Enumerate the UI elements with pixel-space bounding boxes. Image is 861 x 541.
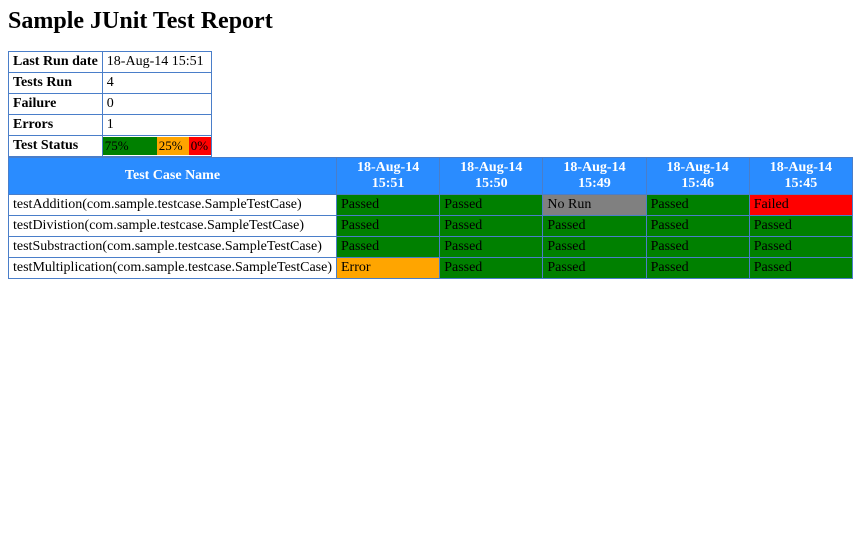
result-cell: Passed bbox=[749, 216, 852, 237]
result-cell: Passed bbox=[337, 195, 440, 216]
summary-label: Errors bbox=[9, 115, 103, 136]
table-row: testSubstraction(com.sample.testcase.Sam… bbox=[9, 237, 853, 258]
result-cell: Failed bbox=[749, 195, 852, 216]
result-cell: Passed bbox=[543, 237, 646, 258]
results-header-col: 18-Aug-14 15:50 bbox=[440, 158, 543, 195]
table-row: testAddition(com.sample.testcase.SampleT… bbox=[9, 195, 853, 216]
result-cell: Passed bbox=[749, 258, 852, 279]
testcase-name: testSubstraction(com.sample.testcase.Sam… bbox=[9, 237, 337, 258]
summary-value: 4 bbox=[102, 73, 211, 94]
summary-label: Tests Run bbox=[9, 73, 103, 94]
result-cell: Passed bbox=[646, 237, 749, 258]
testcase-name: testDivistion(com.sample.testcase.Sample… bbox=[9, 216, 337, 237]
result-cell: Passed bbox=[646, 258, 749, 279]
result-cell: Passed bbox=[337, 237, 440, 258]
result-cell: No Run bbox=[543, 195, 646, 216]
summary-value: 1 bbox=[102, 115, 211, 136]
results-header-name: Test Case Name bbox=[9, 158, 337, 195]
result-cell: Passed bbox=[543, 258, 646, 279]
summary-label: Last Run date bbox=[9, 52, 103, 73]
testcase-name: testMultiplication(com.sample.testcase.S… bbox=[9, 258, 337, 279]
status-segment: 0% bbox=[189, 137, 211, 155]
summary-value: 0 bbox=[102, 94, 211, 115]
results-table: Test Case Name18-Aug-14 15:5118-Aug-14 1… bbox=[8, 157, 853, 279]
results-header-col: 18-Aug-14 15:51 bbox=[337, 158, 440, 195]
result-cell: Passed bbox=[337, 216, 440, 237]
results-header-col: 18-Aug-14 15:49 bbox=[543, 158, 646, 195]
result-cell: Passed bbox=[440, 216, 543, 237]
table-row: testDivistion(com.sample.testcase.Sample… bbox=[9, 216, 853, 237]
summary-table: Last Run date18-Aug-14 15:51Tests Run4Fa… bbox=[8, 51, 212, 157]
result-cell: Passed bbox=[749, 237, 852, 258]
status-segment: 25% bbox=[157, 137, 189, 155]
summary-row: Failure0 bbox=[9, 94, 212, 115]
table-row: testMultiplication(com.sample.testcase.S… bbox=[9, 258, 853, 279]
result-cell: Passed bbox=[440, 237, 543, 258]
summary-label: Failure bbox=[9, 94, 103, 115]
summary-row: Errors1 bbox=[9, 115, 212, 136]
status-bar: 75%25%0% bbox=[103, 137, 211, 155]
summary-row: Tests Run4 bbox=[9, 73, 212, 94]
result-cell: Passed bbox=[440, 195, 543, 216]
result-cell: Passed bbox=[440, 258, 543, 279]
status-segment: 75% bbox=[103, 137, 157, 155]
summary-value: 18-Aug-14 15:51 bbox=[102, 52, 211, 73]
result-cell: Error bbox=[337, 258, 440, 279]
summary-status-row: Test Status75%25%0% bbox=[9, 136, 212, 157]
summary-row: Last Run date18-Aug-14 15:51 bbox=[9, 52, 212, 73]
testcase-name: testAddition(com.sample.testcase.SampleT… bbox=[9, 195, 337, 216]
summary-status-value: 75%25%0% bbox=[102, 136, 211, 157]
page-title: Sample JUnit Test Report bbox=[8, 8, 853, 35]
result-cell: Passed bbox=[646, 216, 749, 237]
results-header-col: 18-Aug-14 15:46 bbox=[646, 158, 749, 195]
results-header-col: 18-Aug-14 15:45 bbox=[749, 158, 852, 195]
result-cell: Passed bbox=[543, 216, 646, 237]
result-cell: Passed bbox=[646, 195, 749, 216]
summary-status-label: Test Status bbox=[9, 136, 103, 157]
